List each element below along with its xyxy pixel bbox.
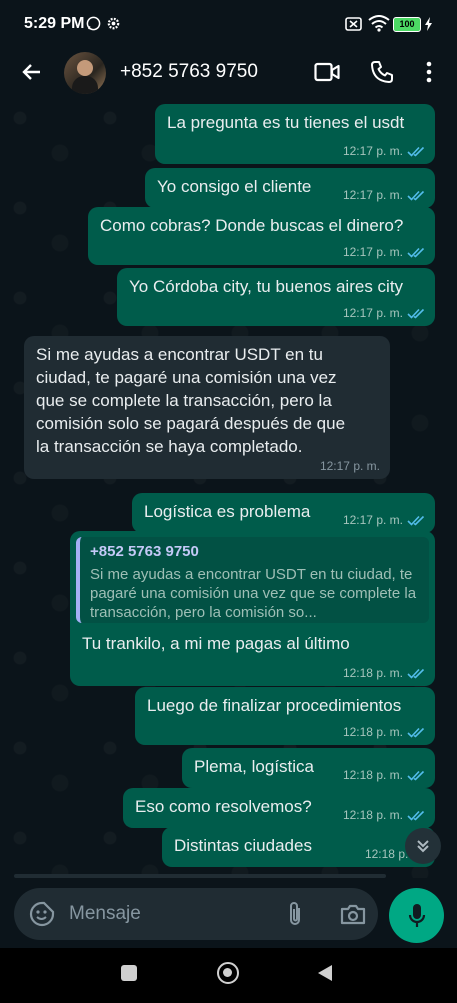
contact-name[interactable]: +852 5763 9750 [120, 61, 258, 83]
read-ticks-icon [407, 146, 425, 157]
back-nav-icon[interactable] [316, 963, 334, 983]
message-time: 12:18 p. m. [342, 808, 403, 822]
message-bubble[interactable]: Logística es problema 12:17 p. m. [132, 493, 435, 533]
home-nav-icon[interactable] [217, 962, 239, 984]
read-ticks-icon [407, 727, 425, 738]
message-text: Yo consigo el cliente [157, 177, 312, 196]
message-time: 12:17 p. m. [342, 513, 403, 527]
message-time: 12:18 p. m. [342, 725, 403, 739]
composer-bar: Mensaje [0, 878, 457, 948]
quoted-message[interactable]: +852 5763 9750 Si me ayudas a encontrar … [76, 537, 429, 623]
attach-icon[interactable] [286, 901, 304, 927]
quoted-sender: +852 5763 9750 [90, 543, 199, 560]
message-time: 12:17 p. m. [342, 306, 403, 320]
recents-nav-icon[interactable] [121, 965, 137, 981]
chat-messages[interactable]: La pregunta es tu tienes el usdt 12:17 p… [0, 98, 457, 878]
status-bar: 5:29 PM 100 [0, 0, 457, 48]
battery-icon: 100 [393, 17, 421, 32]
quoted-text: Si me ayudas a encontrar USDT en tu ciud… [90, 566, 417, 621]
sticker-icon[interactable] [29, 901, 55, 927]
message-text: Distintas ciudades [174, 836, 312, 855]
read-ticks-icon [407, 810, 425, 821]
message-bubble[interactable]: Distintas ciudades 12:18 p. m. [162, 827, 435, 867]
message-text: Como cobras? Donde buscas el dinero? [100, 216, 404, 235]
charging-bolt-icon [425, 17, 432, 31]
contact-avatar[interactable] [64, 52, 106, 94]
message-time: 12:17 p. m. [342, 188, 403, 202]
message-bubble-incoming[interactable]: Si me ayudas a encontrar USDT en tu ciud… [24, 336, 390, 479]
message-bubble[interactable]: Plema, logística 12:18 p. m. [182, 748, 435, 788]
settings-gear-icon [107, 17, 120, 30]
message-time: 12:17 p. m. [319, 459, 380, 473]
message-text: Yo Córdoba city, tu buenos aires city [129, 277, 404, 296]
message-bubble[interactable]: Eso como resolvemos? 12:18 p. m. [123, 788, 435, 828]
message-time: 12:18 p. m. [342, 666, 403, 680]
message-bubble[interactable]: La pregunta es tu tienes el usdt 12:17 p… [155, 104, 435, 164]
message-time: 12:17 p. m. [342, 245, 403, 259]
whatsapp-notification-icon [86, 16, 101, 31]
message-text: Luego de finalizar procedimientos [147, 696, 402, 715]
message-text: Plema, logística [194, 757, 314, 776]
message-text: Logística es problema [144, 502, 311, 521]
back-arrow-icon[interactable] [20, 60, 44, 84]
read-ticks-icon [407, 190, 425, 201]
camera-icon[interactable] [340, 903, 366, 925]
message-text: Si me ayudas a encontrar USDT en tu ciud… [36, 345, 346, 456]
message-text: La pregunta es tu tienes el usdt [167, 113, 405, 132]
system-nav-bar [0, 948, 457, 1003]
reply-message-bubble[interactable]: +852 5763 9750 Si me ayudas a encontrar … [70, 531, 435, 686]
message-time: 12:18 p. m. [342, 768, 403, 782]
read-ticks-icon [407, 308, 425, 319]
message-time: 12:17 p. m. [342, 144, 403, 158]
scroll-to-bottom-button[interactable] [405, 828, 441, 864]
message-bubble[interactable]: Como cobras? Donde buscas el dinero? 12:… [88, 207, 435, 265]
voice-call-icon[interactable] [370, 60, 394, 84]
status-time: 5:29 PM [24, 15, 85, 32]
message-placeholder: Mensaje [69, 903, 141, 924]
microphone-icon [408, 903, 425, 927]
more-options-icon[interactable] [424, 61, 434, 83]
chat-header: +852 5763 9750 [0, 48, 457, 98]
message-bubble[interactable]: Yo consigo el cliente 12:17 p. m. [145, 168, 435, 208]
message-input[interactable]: Mensaje [14, 888, 378, 940]
wifi-icon [368, 15, 390, 32]
message-bubble[interactable]: Yo Córdoba city, tu buenos aires city 12… [117, 268, 435, 326]
voice-message-button[interactable] [389, 888, 444, 943]
message-text: Eso como resolvemos? [135, 797, 312, 816]
video-call-icon[interactable] [314, 62, 340, 82]
no-sim-icon [345, 17, 362, 31]
read-ticks-icon [407, 668, 425, 679]
double-chevron-down-icon [417, 840, 429, 853]
read-ticks-icon [407, 247, 425, 258]
read-ticks-icon [407, 515, 425, 526]
message-bubble[interactable]: Luego de finalizar procedimientos 12:18 … [135, 687, 435, 745]
message-text: Tu trankilo, a mi me pagas al último [82, 634, 350, 653]
read-ticks-icon [407, 770, 425, 781]
battery-level: 100 [399, 19, 415, 29]
